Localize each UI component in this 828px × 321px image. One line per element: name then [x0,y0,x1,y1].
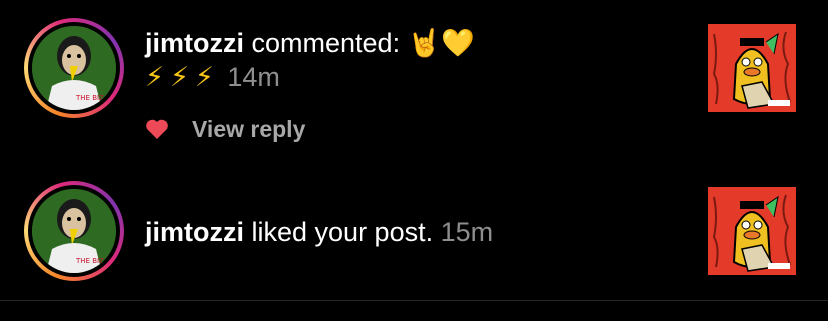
story-ring[interactable]: THE BIZ [24,181,124,281]
action-text: commented: [244,28,408,58]
divider [0,300,828,301]
story-ring[interactable]: THE BIZ [24,18,124,118]
avatar[interactable]: THE BIZ [32,189,116,273]
avatar[interactable]: THE BIZ [32,26,116,110]
notification-text: jimtozzi liked your post. 15m [145,215,493,249]
svg-text:THE BIZ: THE BIZ [75,94,104,102]
heart-icon[interactable] [145,118,169,140]
username[interactable]: jimtozzi [145,217,244,247]
timestamp: 14m [227,62,280,92]
comment-line: ⚡⚡⚡ 14m [145,60,280,95]
reply-row: View reply [145,112,305,146]
comment-text: ⚡⚡⚡ [145,62,220,93]
comment-emoji: 🤘💛 [407,28,475,59]
notification-like[interactable]: THE BIZ jimtozzi liked your post. 15m [0,165,828,300]
svg-text:THE BIZ: THE BIZ [75,257,104,265]
view-reply-button[interactable]: View reply [192,116,305,143]
post-thumbnail[interactable] [708,24,796,112]
notification-text: jimtozzi commented: 🤘💛 [145,26,475,61]
username[interactable]: jimtozzi [145,28,244,58]
action-text: liked your post. [244,217,441,247]
timestamp: 15m [440,217,494,247]
notification-comment[interactable]: THE BIZ jimtozzi commented: 🤘💛 ⚡⚡⚡ 14m V… [0,0,828,165]
post-thumbnail[interactable] [708,187,796,275]
